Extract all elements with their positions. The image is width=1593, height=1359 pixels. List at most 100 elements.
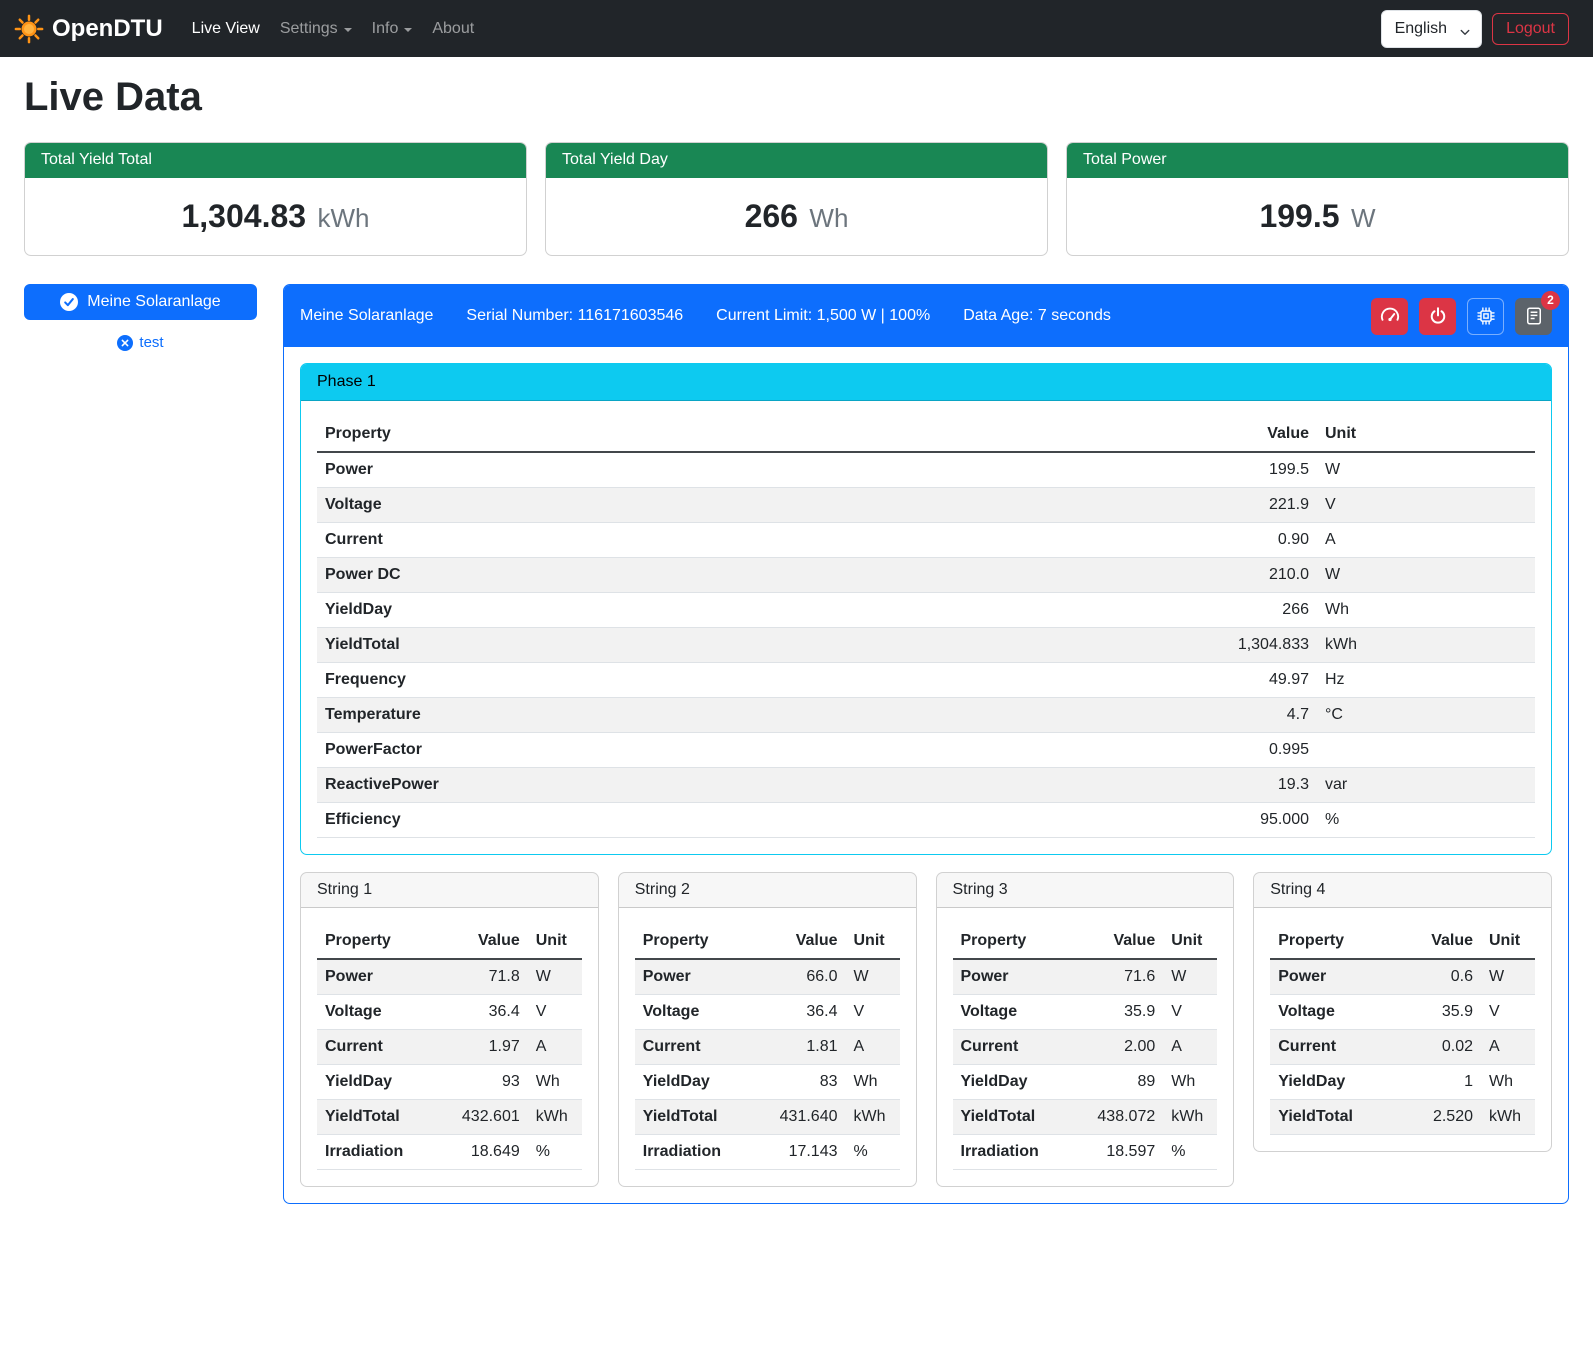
unit-cell: V: [1481, 995, 1535, 1030]
value-cell: 1,304.833: [1187, 628, 1317, 663]
value-cell: 199.5: [1187, 452, 1317, 488]
property-cell: YieldTotal: [635, 1100, 772, 1135]
power-settings-button[interactable]: [1419, 298, 1456, 335]
value-cell: 1: [1409, 1065, 1481, 1100]
unit-cell: W: [846, 959, 900, 995]
string-table-head: Property Value Unit: [953, 924, 1218, 959]
summary-unit: kWh: [318, 203, 370, 233]
nav-info[interactable]: Info: [363, 12, 422, 46]
nav-live-view[interactable]: Live View: [183, 12, 269, 46]
value-cell: 221.9: [1187, 488, 1317, 523]
property-cell: Current: [317, 523, 1187, 558]
value-cell: 2.00: [1089, 1030, 1163, 1065]
column-header-property: Property: [317, 417, 1187, 452]
column-header-value: Value: [1089, 924, 1163, 959]
property-cell: Power DC: [317, 558, 1187, 593]
unit-cell: kWh: [1481, 1100, 1535, 1135]
property-cell: Current: [953, 1030, 1090, 1065]
summary-card-body: 199.5 W: [1067, 178, 1568, 255]
string-card-body: Property Value Unit Power: [619, 908, 916, 1186]
unit-cell: %: [1163, 1135, 1217, 1170]
value-cell: 93: [454, 1065, 528, 1100]
unit-cell: A: [528, 1030, 582, 1065]
speedometer-icon: [1380, 306, 1400, 326]
string-table-head: Property Value Unit: [1270, 924, 1535, 959]
event-log-button[interactable]: 2: [1515, 298, 1552, 335]
inverter-panel-header: Meine Solaranlage Serial Number: 1161716…: [284, 285, 1568, 347]
string-table: Property Value Unit Power: [635, 924, 900, 1170]
event-count-badge: 2: [1541, 291, 1560, 310]
unit-cell: W: [528, 959, 582, 995]
column-header-value: Value: [772, 924, 846, 959]
nav-about[interactable]: About: [423, 12, 483, 46]
check-circle-icon: [60, 293, 78, 311]
inverter-select-button[interactable]: Meine Solaranlage: [24, 284, 257, 320]
value-cell: 438.072: [1089, 1100, 1163, 1135]
brand[interactable]: OpenDTU: [14, 14, 163, 44]
property-cell: Irradiation: [635, 1135, 772, 1170]
property-cell: Voltage: [953, 995, 1090, 1030]
column-header-property: Property: [635, 924, 772, 959]
property-cell: Power: [317, 959, 454, 995]
inverter-limit: Current Limit: 1,500 W | 100%: [716, 307, 930, 325]
table-row: Current 1.81 A: [635, 1030, 900, 1065]
string-table-body: Power 71.6 W Voltage 35.9 V: [953, 959, 1218, 1170]
table-row: Irradiation 18.649 %: [317, 1135, 582, 1170]
string-card-body: Property Value Unit Power: [301, 908, 598, 1186]
property-cell: Voltage: [317, 488, 1187, 523]
unit-cell: W: [1317, 558, 1535, 593]
device-info-button[interactable]: [1467, 298, 1504, 335]
inverter-serial: Serial Number: 116171603546: [466, 307, 683, 325]
table-row: Power 66.0 W: [635, 959, 900, 995]
value-cell: 35.9: [1409, 995, 1481, 1030]
table-row: YieldTotal 1,304.833 kWh: [317, 628, 1535, 663]
summary-card-title: Total Power: [1067, 143, 1568, 178]
unit-cell: kWh: [1317, 628, 1535, 663]
logout-button[interactable]: Logout: [1492, 13, 1569, 45]
unit-cell: kWh: [1163, 1100, 1217, 1135]
inverter-name: Meine Solaranlage: [300, 307, 433, 325]
table-row: Current 0.02 A: [1270, 1030, 1535, 1065]
journal-icon: [1524, 306, 1544, 326]
column-header-value: Value: [1409, 924, 1481, 959]
string-table: Property Value Unit Power: [317, 924, 582, 1170]
table-row: Current 2.00 A: [953, 1030, 1218, 1065]
table-header-row: Property Value Unit: [635, 924, 900, 959]
table-header-row: Property Value Unit: [953, 924, 1218, 959]
nav-info-label: Info: [372, 20, 399, 38]
summary-cards: Total Yield Total 1,304.83 kWh Total Yie…: [24, 142, 1569, 256]
phase-table: Property Value Unit Power: [317, 417, 1535, 838]
unit-cell: A: [1317, 523, 1535, 558]
nav-settings[interactable]: Settings: [271, 12, 361, 46]
chevron-down-icon: [404, 28, 412, 32]
phase-card: Phase 1 Property Value Unit: [300, 363, 1552, 855]
content-row: Meine Solaranlage test Meine Solaranlage…: [24, 284, 1569, 1204]
table-row: Temperature 4.7 °C: [317, 698, 1535, 733]
table-row: Power 71.6 W: [953, 959, 1218, 995]
table-row: Irradiation 17.143 %: [635, 1135, 900, 1170]
unit-cell: W: [1163, 959, 1217, 995]
table-row: Power 199.5 W: [317, 452, 1535, 488]
limit-settings-button[interactable]: [1371, 298, 1408, 335]
phase-table-head: Property Value Unit: [317, 417, 1535, 452]
inverter-item-test[interactable]: test: [24, 334, 257, 351]
value-cell: 431.640: [772, 1100, 846, 1135]
inverter-panel-body: Phase 1 Property Value Unit: [284, 347, 1568, 1203]
table-row: Frequency 49.97 Hz: [317, 663, 1535, 698]
language-select[interactable]: English: [1381, 10, 1482, 48]
table-row: Voltage 36.4 V: [317, 995, 582, 1030]
string-table-body: Power 71.8 W Voltage 36.4 V: [317, 959, 582, 1170]
unit-cell: kWh: [528, 1100, 582, 1135]
column-header-unit: Unit: [1317, 417, 1535, 452]
property-cell: ReactivePower: [317, 768, 1187, 803]
property-cell: YieldTotal: [953, 1100, 1090, 1135]
inverter-panel: Meine Solaranlage Serial Number: 1161716…: [283, 284, 1569, 1204]
table-row: YieldTotal 2.520 kWh: [1270, 1100, 1535, 1135]
unit-cell: var: [1317, 768, 1535, 803]
string-card-title: String 3: [937, 873, 1234, 908]
column-header-unit: Unit: [528, 924, 582, 959]
table-header-row: Property Value Unit: [317, 417, 1535, 452]
unit-cell: A: [1163, 1030, 1217, 1065]
value-cell: 83: [772, 1065, 846, 1100]
table-row: Current 0.90 A: [317, 523, 1535, 558]
